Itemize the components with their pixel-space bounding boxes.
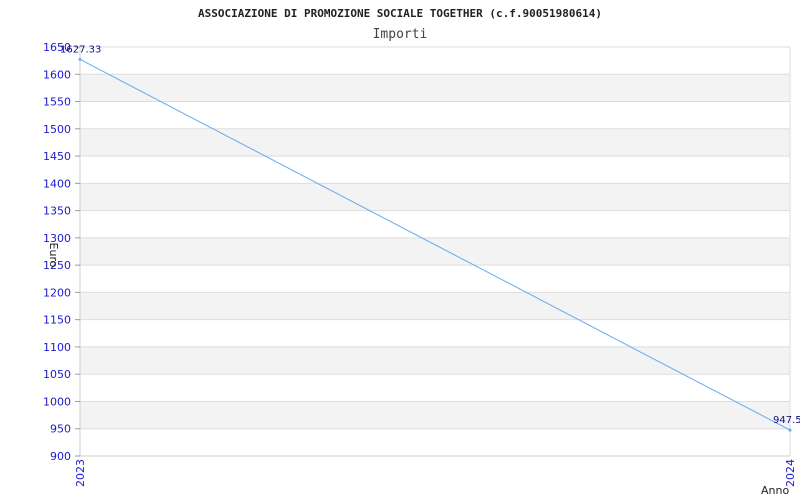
- data-point: [78, 57, 82, 61]
- x-tick-label: 2023: [74, 459, 87, 487]
- grid-band: [80, 292, 790, 320]
- y-tick-label: 1400: [43, 177, 71, 190]
- y-tick-label: 1050: [43, 368, 71, 381]
- grid-band: [80, 346, 790, 375]
- line-chart: ASSOCIAZIONE DI PROMOZIONE SOCIALE TOGET…: [43, 7, 800, 497]
- grid-bands: [80, 74, 790, 429]
- y-tick-label: 1150: [43, 314, 71, 327]
- grid-band: [80, 401, 790, 429]
- chart-subtitle: Importi: [373, 27, 428, 42]
- y-tick-label: 1350: [43, 205, 71, 218]
- data-label: 1627.33: [60, 44, 101, 55]
- y-tick-label: 1100: [43, 341, 71, 354]
- x-tick-label: 2024: [784, 459, 797, 487]
- data-point: [788, 428, 792, 432]
- y-tick-label: 1500: [43, 123, 71, 136]
- data-label: 947.5: [773, 415, 800, 426]
- grid-band: [80, 237, 790, 266]
- y-tick-label: 1600: [43, 68, 71, 81]
- y-tick-label: 1200: [43, 286, 71, 299]
- y-tick-label: 1000: [43, 395, 71, 408]
- y-tick-label: 950: [50, 423, 71, 436]
- grid-band: [80, 128, 790, 157]
- grid-band: [80, 74, 790, 102]
- y-tick-label: 900: [50, 450, 71, 463]
- x-axis-label: Anno: [761, 484, 789, 497]
- x-tick-labels: 2023 2024: [74, 459, 797, 487]
- chart-title: ASSOCIAZIONE DI PROMOZIONE SOCIALE TOGET…: [198, 7, 602, 20]
- y-axis-label: Euro: [47, 243, 60, 268]
- grid-band: [80, 183, 790, 211]
- y-tick-label: 1550: [43, 96, 71, 109]
- y-tick-label: 1450: [43, 150, 71, 163]
